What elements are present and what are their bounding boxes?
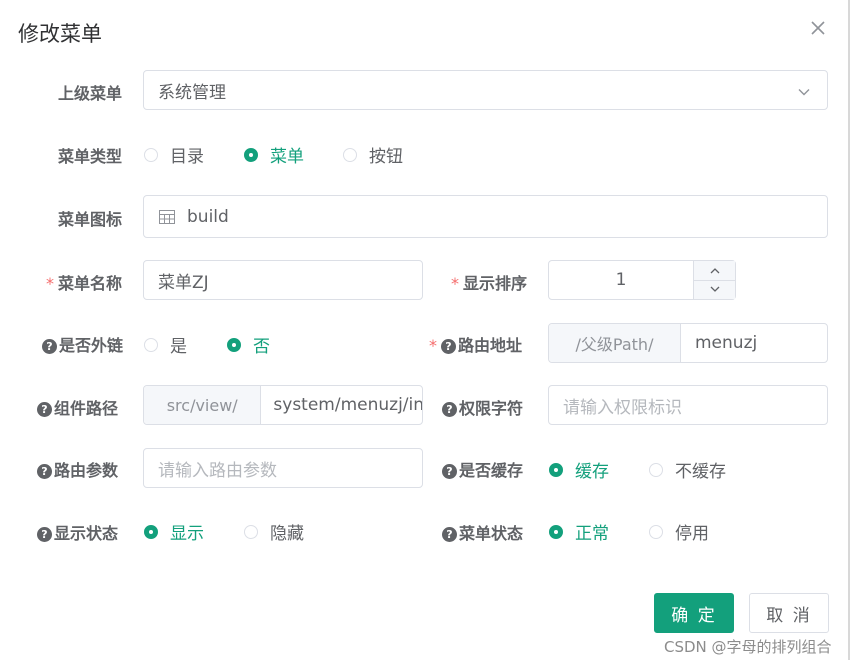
radio-circle-selected: [244, 147, 258, 162]
status-label-text: 菜单状态: [459, 524, 524, 543]
question-icon[interactable]: ?: [442, 527, 457, 542]
parent-menu-label: 上级菜单: [58, 84, 123, 103]
question-icon[interactable]: ?: [442, 402, 457, 417]
menu-icon-input[interactable]: build: [143, 195, 828, 238]
radio-circle: [144, 147, 158, 162]
required-asterisk: *: [46, 274, 54, 293]
menu-icon-label: 菜单图标: [58, 210, 123, 229]
component-prepend: src/view/: [144, 386, 262, 424]
perms-input[interactable]: 请输入权限标识: [548, 385, 828, 425]
radio-label: 隐藏: [270, 524, 304, 544]
component-label-text: 组件路径: [54, 399, 119, 418]
chevron-down-icon: [710, 286, 719, 293]
menu-type-radio-button[interactable]: 按钮: [343, 142, 403, 167]
chevron-down-icon: [797, 84, 811, 104]
required-asterisk: *: [451, 274, 459, 293]
required-asterisk: *: [429, 336, 437, 355]
is-frame-radio-yes[interactable]: 是: [144, 332, 187, 357]
sort-value: 1: [615, 270, 627, 290]
cache-radio-no-cache[interactable]: 不缓存: [649, 457, 726, 482]
radio-circle: [343, 147, 357, 162]
cancel-button[interactable]: 取 消: [749, 593, 829, 633]
is-frame-label-text: 是否外链: [59, 336, 124, 355]
radio-label: 停用: [675, 524, 709, 544]
menu-icon-value: build: [187, 206, 229, 227]
status-radio-normal[interactable]: 正常: [549, 519, 609, 544]
close-icon[interactable]: [808, 18, 828, 38]
decrement-button[interactable]: [694, 279, 735, 299]
question-icon[interactable]: ?: [441, 339, 456, 354]
component-value: system/menuzj/in: [273, 395, 422, 415]
parent-menu-select[interactable]: 系统管理: [143, 70, 828, 110]
sort-label: * 显示排序: [451, 270, 527, 294]
status-label: ? 菜单状态: [442, 520, 523, 544]
radio-label: 不缓存: [675, 462, 726, 482]
radio-label: 正常: [575, 524, 609, 544]
cache-radio-cache[interactable]: 缓存: [549, 457, 609, 482]
is-frame-label: ? 是否外链: [42, 332, 123, 356]
perms-placeholder: 请输入权限标识: [563, 397, 682, 418]
query-label: ? 路由参数: [37, 457, 118, 481]
perms-label-text: 权限字符: [459, 399, 524, 418]
radio-label: 显示: [170, 524, 204, 544]
route-path-label: *? 路由地址: [429, 332, 522, 356]
confirm-button[interactable]: 确 定: [654, 593, 734, 633]
radio-label: 缓存: [575, 462, 609, 482]
radio-circle-selected: [227, 337, 241, 352]
radio-label: 按钮: [369, 147, 403, 167]
edit-menu-dialog: 修改菜单 上级菜单 系统管理 菜单类型 目录 菜单 按钮 菜单图标 build …: [0, 0, 850, 660]
dialog-title: 修改菜单: [18, 22, 102, 46]
menu-type-label: 菜单类型: [58, 147, 123, 166]
route-path-input[interactable]: /父级Path/ menuzj: [548, 323, 828, 363]
radio-circle-selected: [144, 524, 158, 539]
sort-label-text: 显示排序: [463, 274, 528, 293]
component-label: ? 组件路径: [37, 395, 118, 419]
cache-label-text: 是否缓存: [459, 461, 524, 480]
route-path-value: menuzj: [695, 333, 758, 353]
question-icon[interactable]: ?: [42, 339, 57, 354]
increment-button[interactable]: [694, 261, 735, 280]
radio-circle: [649, 462, 663, 477]
route-path-prepend: /父级Path/: [549, 324, 681, 362]
visible-label: ? 显示状态: [37, 520, 118, 544]
menu-name-label-text: 菜单名称: [58, 274, 123, 293]
radio-circle-selected: [549, 462, 563, 477]
question-icon[interactable]: ?: [37, 527, 52, 542]
query-label-text: 路由参数: [54, 461, 119, 480]
sort-stepper[interactable]: 1: [548, 260, 736, 300]
query-placeholder: 请输入路由参数: [158, 460, 277, 481]
query-input[interactable]: 请输入路由参数: [143, 448, 423, 488]
question-icon[interactable]: ?: [37, 402, 52, 417]
perms-label: ? 权限字符: [442, 395, 523, 419]
question-icon[interactable]: ?: [442, 464, 457, 479]
visible-radio-hide[interactable]: 隐藏: [244, 519, 304, 544]
visible-radio-show[interactable]: 显示: [144, 519, 204, 544]
menu-type-radio-menu[interactable]: 菜单: [244, 142, 304, 167]
radio-circle: [649, 524, 663, 539]
radio-label: 目录: [170, 147, 204, 167]
menu-name-value: 菜单ZJ: [158, 272, 209, 293]
menu-name-input[interactable]: 菜单ZJ: [143, 260, 423, 300]
status-radio-disabled[interactable]: 停用: [649, 519, 709, 544]
menu-type-radio-directory[interactable]: 目录: [144, 142, 204, 167]
radio-circle-selected: [549, 524, 563, 539]
cache-label: ? 是否缓存: [442, 457, 523, 481]
watermark: CSDN @字母的排列组合: [664, 638, 832, 656]
radio-circle: [244, 524, 258, 539]
parent-menu-value: 系统管理: [158, 82, 226, 103]
menu-name-label: * 菜单名称: [46, 270, 122, 294]
component-input[interactable]: src/view/ system/menuzj/in: [143, 385, 423, 425]
is-frame-radio-no[interactable]: 否: [227, 332, 270, 357]
radio-label: 否: [253, 337, 270, 357]
radio-label: 是: [170, 337, 187, 357]
visible-label-text: 显示状态: [54, 524, 119, 543]
question-icon[interactable]: ?: [37, 464, 52, 479]
table-icon: [159, 209, 175, 224]
route-path-label-text: 路由地址: [458, 336, 523, 355]
radio-label: 菜单: [270, 147, 304, 167]
chevron-up-icon: [710, 267, 719, 274]
radio-circle: [144, 337, 158, 352]
